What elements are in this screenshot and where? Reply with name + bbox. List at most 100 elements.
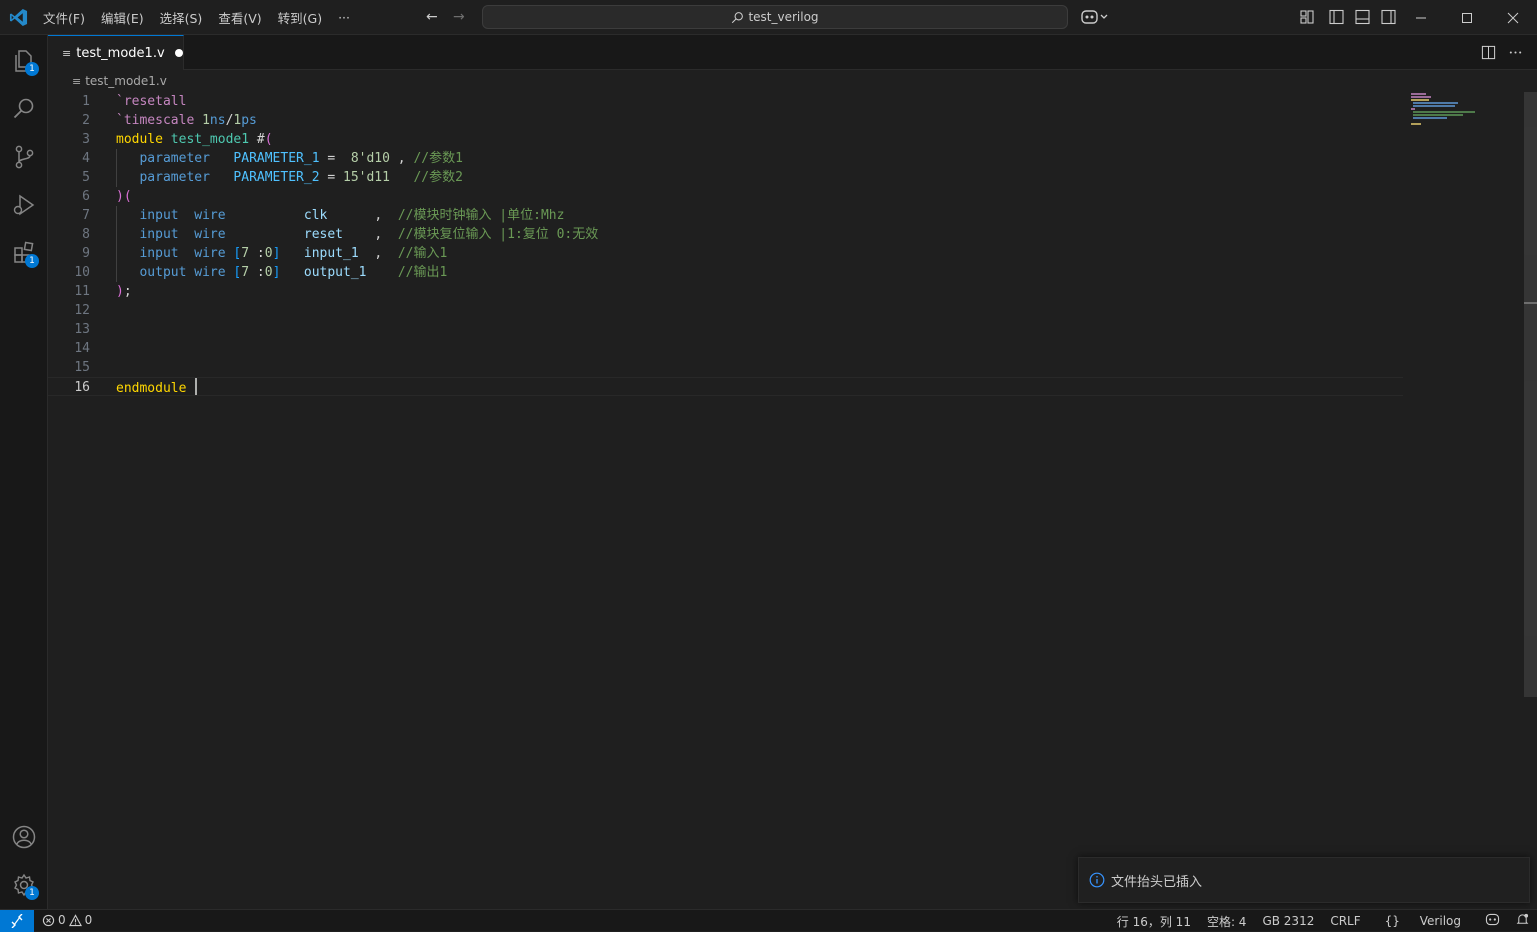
code-line[interactable]: 8 input wire reset , //模块复位输入 |1:复位 0:无效 xyxy=(48,225,1403,244)
breadcrumb: ≡ test_mode1.v xyxy=(72,72,167,90)
breadcrumb-file[interactable]: test_mode1.v xyxy=(85,74,167,88)
code-text: ); xyxy=(116,282,132,301)
explorer-badge: 1 xyxy=(25,62,39,76)
source-control-button[interactable] xyxy=(0,133,48,181)
manage-button[interactable]: 1 xyxy=(0,861,48,909)
code-token: input_1 xyxy=(303,246,359,261)
extensions-button[interactable]: 1 xyxy=(0,229,48,277)
code-line[interactable]: 11); xyxy=(48,282,1403,301)
code-line[interactable]: 6)( xyxy=(48,187,1403,206)
command-center-search[interactable]: test_verilog xyxy=(482,5,1068,29)
code-token: 1 xyxy=(202,113,210,128)
line-number: 8 xyxy=(82,227,90,242)
code-line[interactable]: 5 parameter PARAMETER_2 = 15'd11 //参数2 xyxy=(48,168,1403,187)
bell-icon xyxy=(1516,913,1529,924)
menu-bar: 文件(F) 编辑(E) 选择(S) 查看(V) 转到(G) ··· xyxy=(35,0,358,35)
run-debug-button[interactable] xyxy=(0,181,48,229)
code-token: ( xyxy=(123,189,132,204)
remote-indicator[interactable] xyxy=(0,910,34,932)
menu-edit[interactable]: 编辑(E) xyxy=(93,8,152,27)
text-cursor xyxy=(195,378,198,395)
code-line[interactable]: 3 module test_mode1 #( xyxy=(48,130,1403,149)
code-line[interactable]: 15 xyxy=(48,358,1403,377)
code-token: , xyxy=(327,208,398,223)
code-token: wire xyxy=(194,265,226,280)
maximize-icon[interactable] xyxy=(1444,0,1490,35)
line-number: 2 xyxy=(82,113,90,128)
close-icon[interactable] xyxy=(1490,0,1536,35)
braces-icon: {} xyxy=(1384,914,1400,928)
back-arrow-icon[interactable]: ← xyxy=(426,9,438,25)
code-line[interactable]: 13 xyxy=(48,320,1403,339)
copilot-icon[interactable] xyxy=(1080,9,1110,25)
code-line[interactable]: 12 xyxy=(48,301,1403,320)
line-number: 5 xyxy=(82,170,90,185)
remote-icon xyxy=(11,914,23,928)
line-number: 14 xyxy=(74,341,90,356)
line-number: 15 xyxy=(74,360,90,375)
indentation[interactable]: 空格: 4 xyxy=(1199,913,1255,930)
code-line[interactable]: 16 endmodule xyxy=(48,377,1403,396)
code-token: //模块时钟输入 |单位:Mhz xyxy=(397,208,565,223)
layout-controls xyxy=(1298,9,1402,25)
code-text: input wire clk , //模块时钟输入 |单位:Mhz xyxy=(116,206,564,225)
menu-more[interactable]: ··· xyxy=(330,10,358,25)
scrollbar-thumb[interactable] xyxy=(1524,92,1537,697)
cursor-position[interactable]: 行 16，列 11 xyxy=(1109,913,1199,930)
code-line[interactable]: 9 input wire [7 :0] input_1 , //输入1 xyxy=(48,244,1403,263)
code-line[interactable]: 2 `timescale 1ns/1ps xyxy=(48,111,1403,130)
search-button[interactable] xyxy=(0,85,48,133)
menu-file[interactable]: 文件(F) xyxy=(35,8,93,27)
language-label: Verilog xyxy=(1419,914,1461,928)
encoding[interactable]: GB 2312 xyxy=(1254,914,1322,928)
code-line[interactable]: 10 output wire [7 :0] output_1 //输出1 xyxy=(48,263,1403,282)
problems-indicator[interactable]: 0 0 xyxy=(42,913,92,927)
unsaved-dot-icon[interactable] xyxy=(174,49,183,57)
vertical-scrollbar[interactable] xyxy=(1523,92,1537,909)
toggle-panel-icon[interactable] xyxy=(1350,9,1376,25)
menu-selection[interactable]: 选择(S) xyxy=(152,8,211,27)
more-actions-icon[interactable] xyxy=(1508,45,1523,60)
code-text: parameter PARAMETER_2 = 15'd11 //参数2 xyxy=(116,168,462,187)
code-token: 7 xyxy=(241,265,250,280)
copilot-icon xyxy=(1485,913,1500,926)
language-mode[interactable]: {} Verilog xyxy=(1369,914,1477,928)
end-of-line[interactable]: CRLF xyxy=(1322,914,1368,928)
notification-toast[interactable]: 文件抬头已插入 xyxy=(1078,857,1530,903)
minimap[interactable] xyxy=(1408,92,1523,132)
code-text: `timescale 1ns/1ps xyxy=(116,111,257,130)
code-token: ( xyxy=(264,132,273,147)
code-text: output wire [7 :0] output_1 //输出1 xyxy=(116,263,447,282)
tab-test-mode1[interactable]: ≡ test_mode1.v xyxy=(48,35,184,70)
code-text: input wire [7 :0] input_1 , //输入1 xyxy=(116,244,447,263)
code-token: //输出1 xyxy=(397,265,448,280)
code-line[interactable]: 7 input wire clk , //模块时钟输入 |单位:Mhz xyxy=(48,206,1403,225)
code-line[interactable]: 1 `resetall xyxy=(48,92,1403,111)
split-editor-icon[interactable] xyxy=(1481,45,1496,60)
code-text: )( xyxy=(116,187,132,206)
forward-arrow-icon[interactable]: → xyxy=(453,9,465,25)
toggle-primary-sidebar-icon[interactable] xyxy=(1324,9,1350,25)
code-line[interactable]: 14 xyxy=(48,339,1403,358)
code-token: 0 xyxy=(264,265,273,280)
copilot-status[interactable] xyxy=(1477,913,1508,929)
minimize-icon[interactable] xyxy=(1398,0,1444,35)
notifications-button[interactable] xyxy=(1508,913,1537,929)
code-token: `timescale xyxy=(116,113,203,128)
menu-go[interactable]: 转到(G) xyxy=(270,8,330,27)
line-number: 13 xyxy=(74,322,90,337)
customize-layout-icon[interactable] xyxy=(1298,9,1324,25)
code-token: module xyxy=(116,132,171,147)
code-line[interactable]: 4 parameter PARAMETER_1 = 8'd10 , //参数1 xyxy=(48,149,1403,168)
code-text: parameter PARAMETER_1 = 8'd10 , //参数1 xyxy=(116,149,462,168)
code-editor[interactable]: 1 `resetall 2 `timescale 1ns/1ps 3 module tes… xyxy=(48,92,1523,909)
editor-actions xyxy=(1481,45,1523,60)
accounts-button[interactable] xyxy=(0,813,48,861)
explorer-button[interactable]: 1 xyxy=(0,37,48,85)
source-control-icon xyxy=(15,145,34,169)
menu-view[interactable]: 查看(V) xyxy=(210,8,269,27)
